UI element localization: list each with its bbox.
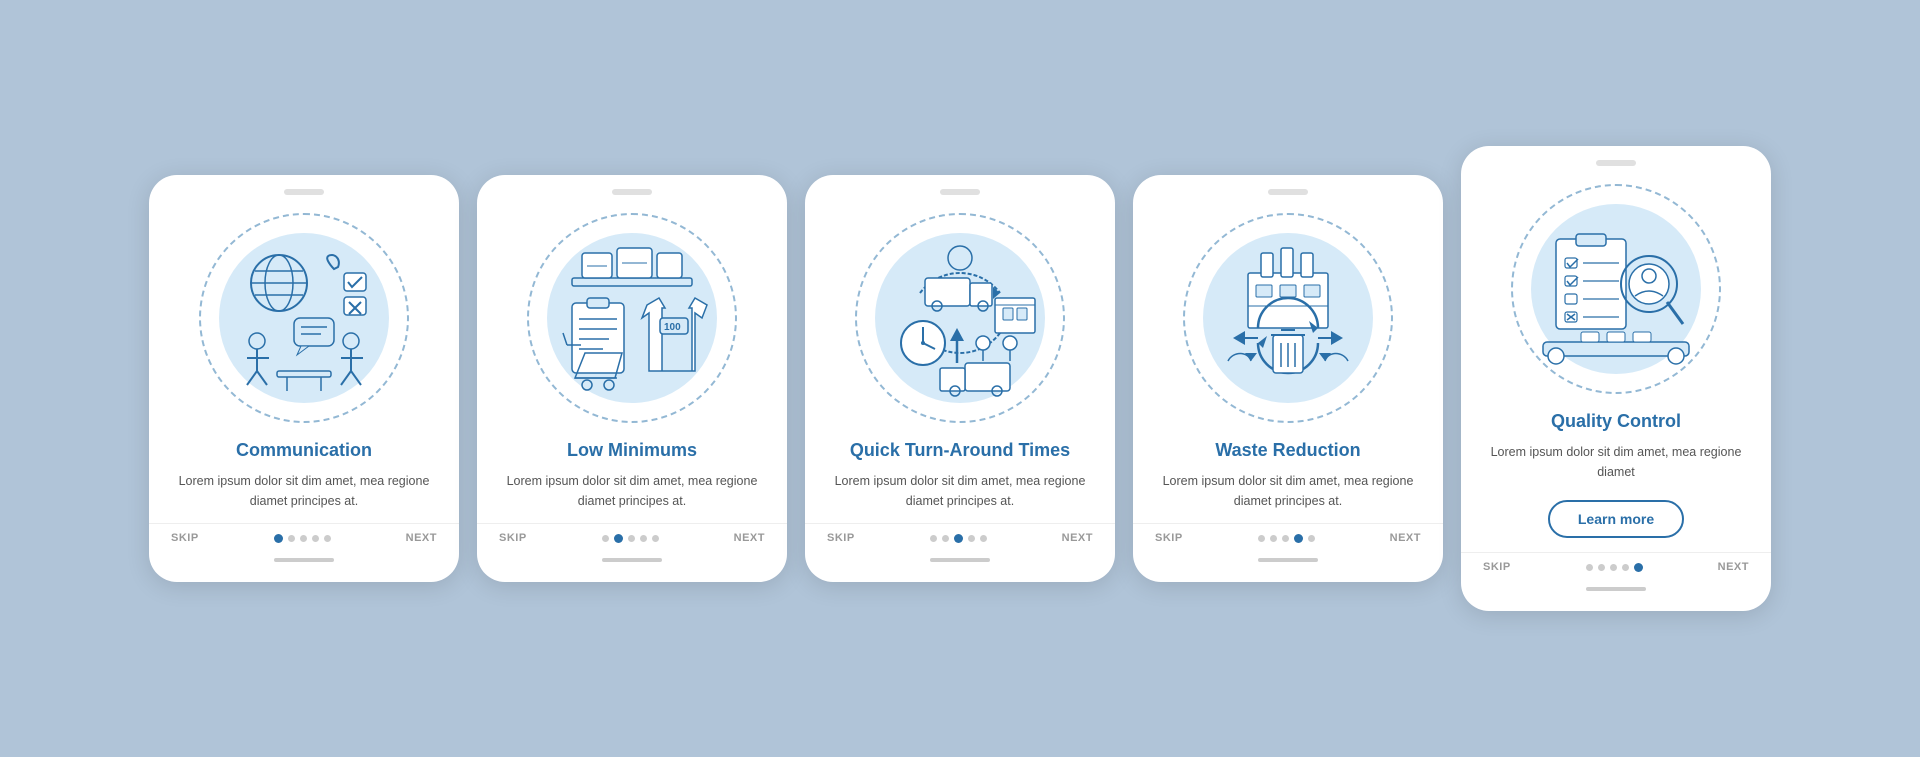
card-waste-reduction-nav: SKIP NEXT xyxy=(1133,523,1443,544)
card-low-minimums: 100 Low Minimums Lorem ipsum dolor sit d… xyxy=(477,175,787,582)
card-quality-control-nav: SKIP NEXT xyxy=(1461,552,1771,573)
learn-more-button[interactable]: Learn more xyxy=(1548,500,1684,538)
card-quick-turnaround-nav: SKIP NEXT xyxy=(805,523,1115,544)
dot-3-2 xyxy=(954,534,963,543)
card-communication-body: Lorem ipsum dolor sit dim amet, mea regi… xyxy=(149,472,459,511)
dot-3-3 xyxy=(968,535,975,542)
dot-1-1 xyxy=(288,535,295,542)
card-low-minimums-title: Low Minimums xyxy=(567,439,697,462)
next-label-1[interactable]: NEXT xyxy=(406,532,437,544)
dot-1-2 xyxy=(300,535,307,542)
illustration-waste-reduction xyxy=(1173,213,1403,423)
cards-container: Communication Lorem ipsum dolor sit dim … xyxy=(60,146,1860,611)
svg-text:100: 100 xyxy=(664,322,681,333)
dot-3-0 xyxy=(930,535,937,542)
dot-2-0 xyxy=(602,535,609,542)
dot-4-4 xyxy=(1308,535,1315,542)
card-quick-turnaround-title: Quick Turn-Around Times xyxy=(850,439,1070,462)
card-quick-turnaround-body: Lorem ipsum dolor sit dim amet, mea regi… xyxy=(805,472,1115,511)
dots-2 xyxy=(602,534,659,543)
skip-label-3[interactable]: SKIP xyxy=(827,532,855,544)
dot-3-1 xyxy=(942,535,949,542)
dot-5-0 xyxy=(1586,564,1593,571)
bottom-bar-5 xyxy=(1586,587,1646,591)
dot-2-2 xyxy=(628,535,635,542)
bottom-bar-1 xyxy=(274,558,334,562)
illustration-communication xyxy=(189,213,419,423)
dot-5-1 xyxy=(1598,564,1605,571)
dot-4-1 xyxy=(1270,535,1277,542)
skip-label-5[interactable]: SKIP xyxy=(1483,561,1511,573)
card-quality-control-body: Lorem ipsum dolor sit dim amet, mea regi… xyxy=(1461,443,1771,482)
bottom-bar-4 xyxy=(1258,558,1318,562)
illustration-low-minimums: 100 xyxy=(517,213,747,423)
illustration-quick-turnaround xyxy=(845,213,1075,423)
dots-4 xyxy=(1258,534,1315,543)
card-waste-reduction-body: Lorem ipsum dolor sit dim amet, mea regi… xyxy=(1133,472,1443,511)
next-label-5[interactable]: NEXT xyxy=(1718,561,1749,573)
dot-3-4 xyxy=(980,535,987,542)
bottom-bar-3 xyxy=(930,558,990,562)
dot-5-4 xyxy=(1634,563,1643,572)
dot-2-1 xyxy=(614,534,623,543)
dot-4-3 xyxy=(1294,534,1303,543)
next-label-2[interactable]: NEXT xyxy=(734,532,765,544)
card-communication: Communication Lorem ipsum dolor sit dim … xyxy=(149,175,459,582)
skip-label-2[interactable]: SKIP xyxy=(499,532,527,544)
dot-1-4 xyxy=(324,535,331,542)
dot-4-0 xyxy=(1258,535,1265,542)
skip-label-4[interactable]: SKIP xyxy=(1155,532,1183,544)
dot-2-4 xyxy=(652,535,659,542)
card-communication-title: Communication xyxy=(236,439,372,462)
card-quality-control: Quality Control Lorem ipsum dolor sit di… xyxy=(1461,146,1771,611)
dots-3 xyxy=(930,534,987,543)
dot-1-0 xyxy=(274,534,283,543)
dot-1-3 xyxy=(312,535,319,542)
skip-label-1[interactable]: SKIP xyxy=(171,532,199,544)
dots-1 xyxy=(274,534,331,543)
card-low-minimums-nav: SKIP NEXT xyxy=(477,523,787,544)
dots-5 xyxy=(1586,563,1643,572)
next-label-3[interactable]: NEXT xyxy=(1062,532,1093,544)
illustration-quality-control xyxy=(1501,184,1731,394)
next-label-4[interactable]: NEXT xyxy=(1390,532,1421,544)
card-quick-turnaround: Quick Turn-Around Times Lorem ipsum dolo… xyxy=(805,175,1115,582)
dot-5-3 xyxy=(1622,564,1629,571)
card-waste-reduction-title: Waste Reduction xyxy=(1215,439,1360,462)
dot-2-3 xyxy=(640,535,647,542)
card-communication-nav: SKIP NEXT xyxy=(149,523,459,544)
card-low-minimums-body: Lorem ipsum dolor sit dim amet, mea regi… xyxy=(477,472,787,511)
dot-4-2 xyxy=(1282,535,1289,542)
dot-5-2 xyxy=(1610,564,1617,571)
card-quality-control-title: Quality Control xyxy=(1551,410,1681,433)
card-waste-reduction: Waste Reduction Lorem ipsum dolor sit di… xyxy=(1133,175,1443,582)
bottom-bar-2 xyxy=(602,558,662,562)
